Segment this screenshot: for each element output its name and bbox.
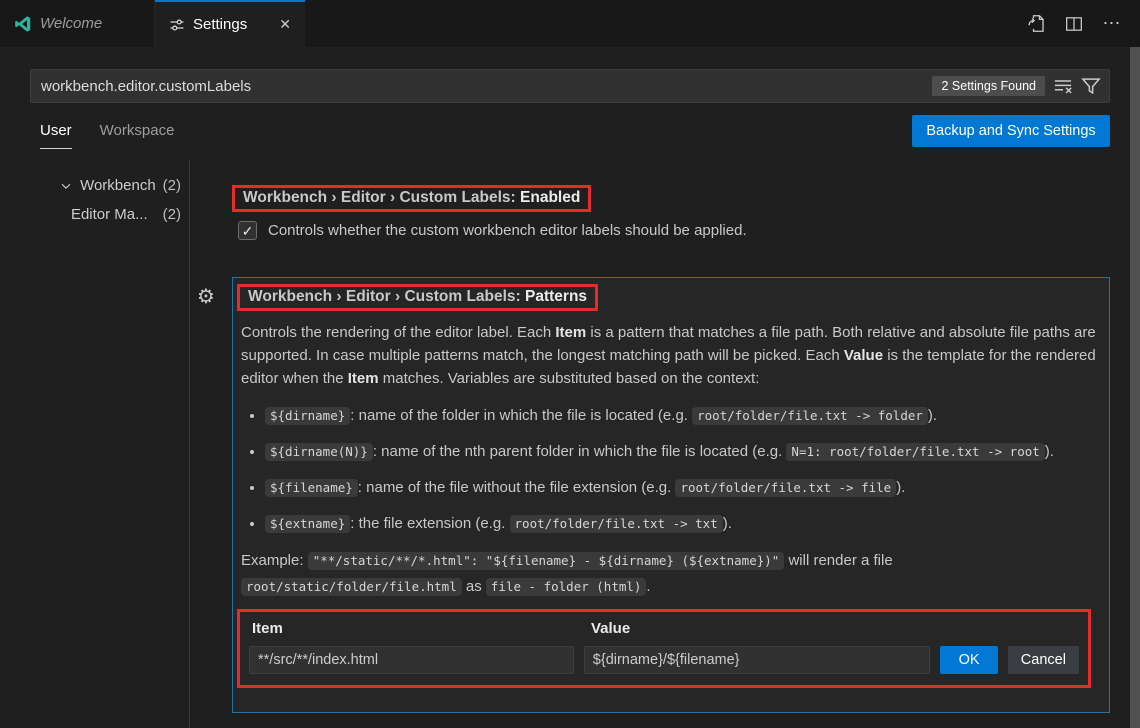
editor-tab-bar: Welcome Settings ✕ bbox=[0, 0, 1140, 47]
settings-sliders-icon bbox=[169, 17, 185, 33]
toc-label: Workbench bbox=[80, 177, 156, 194]
highlight-box-patterns: Workbench › Editor › Custom Labels: Patt… bbox=[237, 284, 598, 311]
value-template-input[interactable] bbox=[584, 646, 931, 674]
variable-bullet-item: ${dirname(N)}: name of the nth parent fo… bbox=[265, 440, 1081, 464]
clear-settings-search-icon[interactable] bbox=[1053, 76, 1073, 96]
setting-patterns-description: Controls the rendering of the editor lab… bbox=[241, 321, 1099, 390]
vertical-scrollbar[interactable] bbox=[1130, 47, 1140, 728]
tab-welcome[interactable]: Welcome bbox=[0, 0, 155, 47]
toc-label: Editor Ma... bbox=[71, 206, 148, 223]
setting-patterns-block: Workbench › Editor › Custom Labels: Patt… bbox=[232, 277, 1110, 713]
settings-found-badge: 2 Settings Found bbox=[932, 76, 1045, 96]
settings-toc: Workbench (2) Editor Ma... (2) bbox=[0, 160, 190, 728]
tab-settings[interactable]: Settings ✕ bbox=[155, 0, 305, 47]
column-header-item: Item bbox=[252, 620, 591, 637]
column-header-value: Value bbox=[591, 620, 1079, 637]
tab-label: Welcome bbox=[40, 15, 102, 32]
variables-list: ${dirname}: name of the folder in which … bbox=[241, 404, 1081, 536]
pattern-table-row: OK Cancel bbox=[249, 646, 1079, 674]
open-settings-json-icon[interactable] bbox=[1024, 12, 1048, 36]
variable-bullet-item: ${filename}: name of the file without th… bbox=[265, 476, 1081, 500]
split-editor-icon[interactable] bbox=[1062, 12, 1086, 36]
toc-count: (2) bbox=[163, 206, 181, 223]
highlight-box-pattern-table: Item Value OK Cancel bbox=[237, 609, 1091, 688]
pattern-table-header: Item Value bbox=[249, 620, 1079, 637]
backup-sync-settings-button[interactable]: Backup and Sync Settings bbox=[912, 115, 1110, 147]
settings-scope-tabs: User Workspace bbox=[40, 122, 174, 149]
setting-patterns-example: Example: "**/static/**/*.html": "${filen… bbox=[241, 548, 1099, 600]
scope-tab-user[interactable]: User bbox=[40, 122, 72, 149]
item-pattern-input[interactable] bbox=[249, 646, 574, 674]
tab-label: Settings bbox=[193, 16, 247, 33]
cancel-button[interactable]: Cancel bbox=[1008, 646, 1079, 674]
ok-button[interactable]: OK bbox=[940, 646, 997, 674]
checkmark-icon: ✓ bbox=[242, 224, 254, 238]
variable-bullet-item: ${extname}: the file extension (e.g. roo… bbox=[265, 512, 1081, 536]
setting-enabled-row: ✓ Controls whether the custom workbench … bbox=[238, 221, 747, 241]
toc-item-editor-management[interactable]: Editor Ma... (2) bbox=[71, 206, 181, 223]
setting-title-enabled: Workbench › Editor › Custom Labels: Enab… bbox=[243, 189, 580, 207]
toc-item-workbench[interactable]: Workbench (2) bbox=[59, 177, 181, 194]
setting-enabled-description: Controls whether the custom workbench ed… bbox=[268, 221, 747, 241]
vscode-window: Welcome Settings ✕ bbox=[0, 0, 1140, 728]
close-tab-icon[interactable]: ✕ bbox=[279, 16, 291, 33]
search-query-text: workbench.editor.customLabels bbox=[41, 78, 924, 95]
filter-settings-icon[interactable] bbox=[1081, 76, 1101, 96]
editor-actions: ⋯ bbox=[1024, 0, 1140, 47]
vscode-logo-icon bbox=[14, 15, 32, 33]
variable-bullet-item: ${dirname}: name of the folder in which … bbox=[265, 404, 1081, 428]
scope-tab-workspace[interactable]: Workspace bbox=[100, 122, 175, 149]
chevron-down-icon bbox=[59, 179, 73, 193]
toc-count: (2) bbox=[163, 177, 181, 194]
settings-search-input[interactable]: workbench.editor.customLabels 2 Settings… bbox=[30, 69, 1110, 103]
enabled-checkbox[interactable]: ✓ bbox=[238, 221, 257, 240]
highlight-box-enabled: Workbench › Editor › Custom Labels: Enab… bbox=[232, 185, 591, 212]
more-actions-icon[interactable]: ⋯ bbox=[1100, 12, 1124, 36]
setting-gear-icon[interactable]: ⚙ bbox=[197, 284, 215, 308]
setting-title-patterns: Workbench › Editor › Custom Labels: Patt… bbox=[248, 288, 587, 306]
